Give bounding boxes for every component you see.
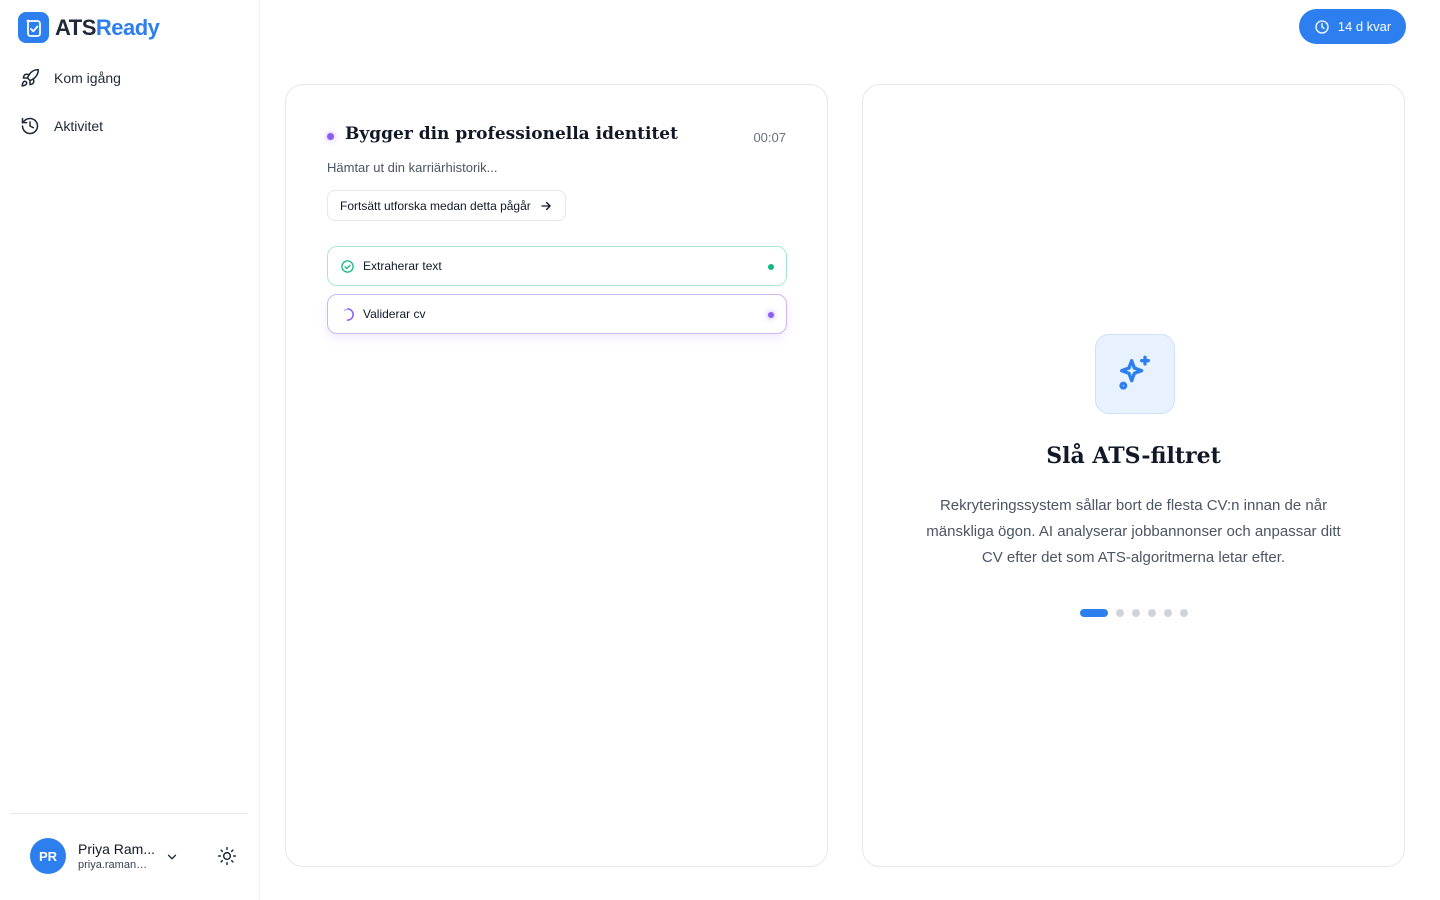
progress-subtitle: Hämtar ut din karriärhistorik... [327, 160, 498, 175]
step-label: Extraherar text [363, 259, 442, 273]
sidebar: ATSReady Kom igång Aktivitet PR Priya Ra… [0, 0, 260, 900]
user-menu[interactable]: PR Priya Ram... priya.raman@... [30, 838, 177, 874]
chevron-down-icon[interactable] [165, 850, 179, 864]
step-extract-text: Extraherar text [327, 246, 787, 286]
sidebar-item-aktivitet[interactable]: Aktivitet [20, 116, 103, 136]
feature-icon-tile [1095, 334, 1175, 414]
sidebar-item-label: Aktivitet [54, 118, 104, 134]
avatar: PR [30, 838, 66, 874]
feature-card: Slå ATS-filtret Rekryteringssystem sålla… [862, 84, 1405, 867]
progress-title: Bygger din professionella identitet [345, 124, 678, 144]
user-info: Priya Ram... priya.raman@... [78, 841, 156, 871]
carousel-dot[interactable] [1148, 609, 1156, 617]
status-indicator [327, 133, 334, 140]
trial-days-button[interactable]: 14 d kvar [1299, 9, 1406, 44]
step-label: Validerar cv [363, 307, 426, 321]
step-status-dot [768, 264, 774, 270]
rocket-icon [21, 68, 40, 87]
sidebar-divider [10, 813, 248, 814]
step-validate-cv: Validerar cv [327, 294, 787, 334]
loading-spinner-icon [343, 307, 354, 321]
feature-description: Rekryteringssystem sållar bort de flesta… [926, 497, 1341, 566]
sidebar-item-kom-igang[interactable]: Kom igång [20, 68, 121, 88]
progress-card: Bygger din professionella identitet 00:0… [285, 84, 828, 867]
continue-exploring-button[interactable]: Fortsätt utforska medan detta pågår [327, 190, 566, 221]
feature-title: Slå ATS-filtret [1046, 443, 1221, 469]
sparkles-icon [1119, 355, 1150, 390]
check-circle-icon [341, 259, 354, 273]
history-icon [21, 117, 39, 135]
sidebar-item-label: Kom igång [54, 70, 121, 86]
sun-icon[interactable] [217, 846, 237, 866]
step-status-dot [768, 312, 774, 318]
elapsed-timer: 00:07 [753, 130, 786, 145]
carousel-dot[interactable] [1080, 609, 1108, 617]
user-name: Priya Ram... [78, 841, 156, 857]
arrow-right-icon [541, 201, 551, 210]
clock-icon [1315, 19, 1329, 34]
continue-exploring-label: Fortsätt utforska medan detta pågår [340, 198, 531, 213]
app-logo[interactable]: ATSReady [18, 12, 160, 43]
logo-mark-icon [18, 12, 49, 43]
carousel-dot[interactable] [1164, 609, 1172, 617]
carousel-dot[interactable] [1180, 609, 1188, 617]
trial-label: 14 d kvar [1337, 19, 1392, 34]
user-email: priya.raman@... [78, 859, 156, 871]
brand-name: ATSReady [55, 14, 160, 40]
carousel-dot[interactable] [1116, 609, 1124, 617]
carousel-indicator [1080, 609, 1188, 617]
carousel-dot[interactable] [1132, 609, 1140, 617]
